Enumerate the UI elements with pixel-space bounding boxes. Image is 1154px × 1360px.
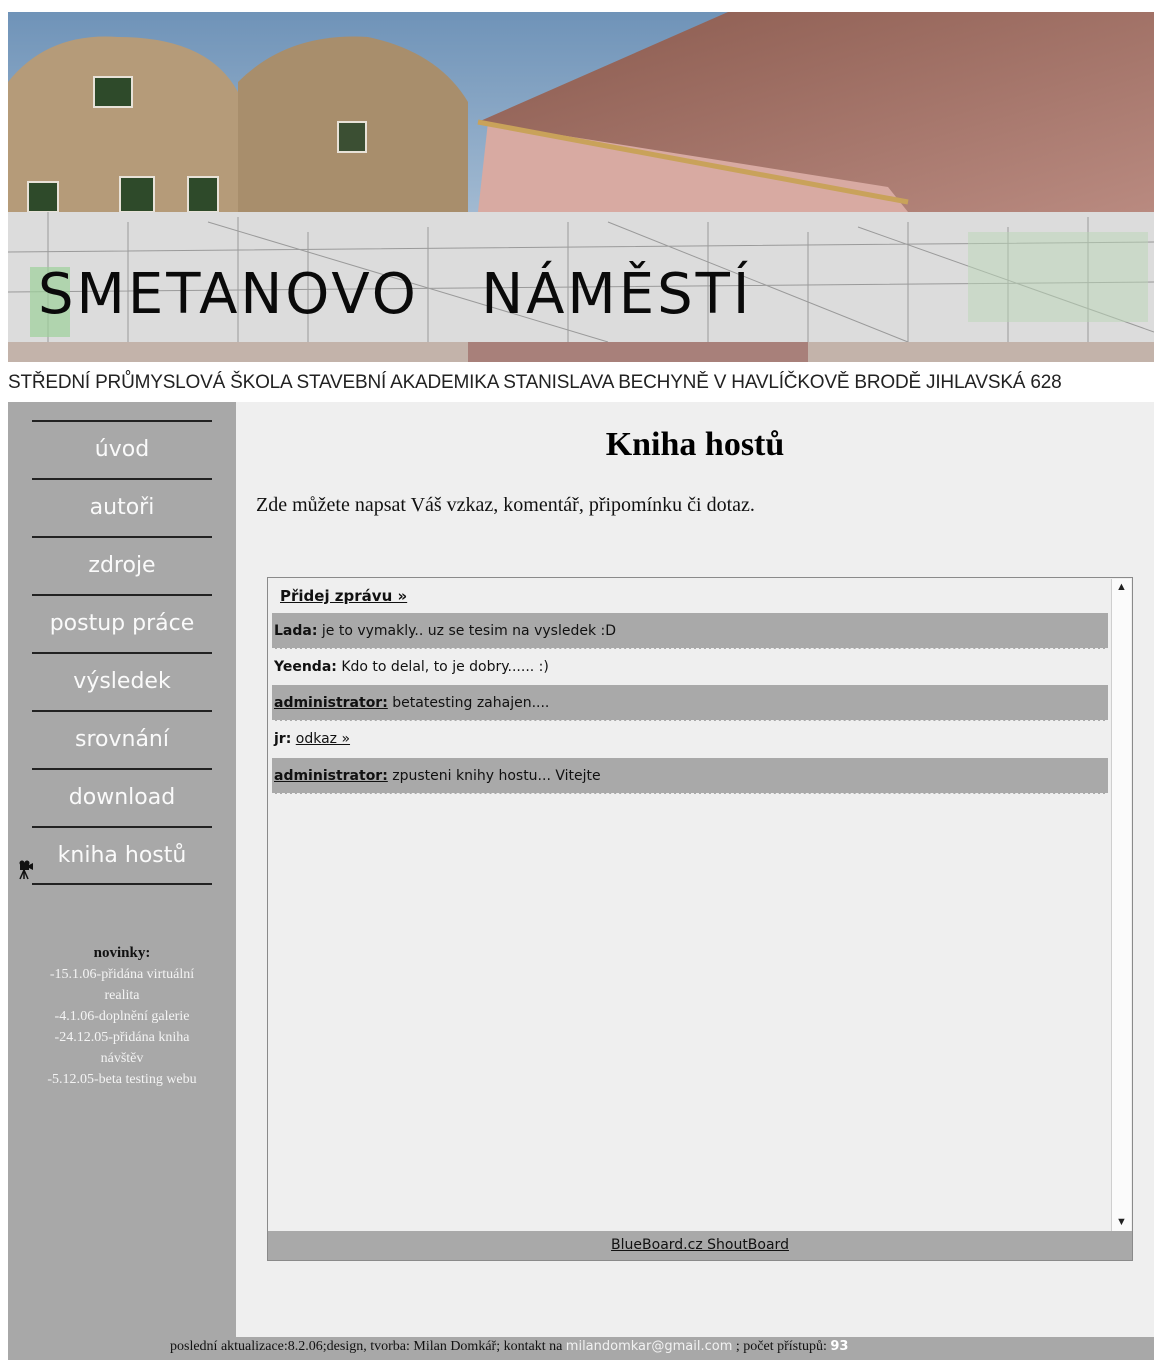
sidebar: úvod autoři zdroje postup práce výsledek… — [8, 402, 236, 1360]
shout-message: administrator: zpusteni knihy hostu... V… — [272, 758, 1108, 794]
banner-title: SMETANOVO NÁMĚSTÍ — [38, 262, 753, 327]
nav-item-vysledek[interactable]: výsledek — [32, 652, 212, 710]
message-text: Kdo to delal, to je dobry...... :) — [336, 659, 549, 675]
news-item: -4.1.06-doplnění galerie — [54, 1009, 190, 1024]
message-author: Yeenda: — [274, 659, 337, 675]
shoutboard-link[interactable]: BlueBoard.cz ShoutBoard — [611, 1237, 789, 1253]
message-author: Lada: — [274, 623, 318, 639]
message-link[interactable]: odkaz » — [296, 731, 350, 747]
nav-item-postup-prace[interactable]: postup práce — [32, 594, 212, 652]
shoutbox-footer: BlueBoard.cz ShoutBoard — [268, 1231, 1132, 1260]
news-item: realita — [104, 988, 140, 1003]
visit-count: 93 — [830, 1339, 849, 1354]
school-name: STŘEDNÍ PRŮMYSLOVÁ ŠKOLA STAVEBNÍ AKADEM… — [8, 372, 1062, 393]
shout-message: Yeenda: Kdo to delal, to je dobry...... … — [272, 649, 1108, 685]
shout-message: administrator: betatesting zahajen.... — [272, 685, 1108, 721]
shoutbox: Přidej zprávu » Lada: je to vymakly.. uz… — [267, 577, 1133, 1261]
contact-email-link[interactable]: milandomkar@gmail.com — [566, 1339, 733, 1354]
message-author-link[interactable]: administrator: — [274, 768, 388, 784]
shoutbox-messages[interactable]: Přidej zprávu » Lada: je to vymakly.. uz… — [268, 578, 1114, 1232]
news-item: -24.12.05-přidána kniha — [54, 1030, 190, 1045]
message-author: jr: — [274, 731, 292, 747]
page-title: Kniha hostů — [605, 426, 785, 463]
camera-icon — [17, 846, 33, 880]
visit-count-label: ; počet přístupů: — [732, 1339, 831, 1354]
footer-text: poslední aktualizace:8.2.06;design, tvor… — [170, 1339, 848, 1355]
vertical-scrollbar[interactable]: ▲ ▼ — [1111, 579, 1131, 1231]
nav-divider — [32, 883, 212, 885]
nav-item-uvod[interactable]: úvod — [32, 420, 212, 478]
nav-item-kniha-hostu[interactable]: kniha hostů — [19, 826, 212, 884]
news-title: novinky: — [93, 945, 151, 961]
message-author-link[interactable]: administrator: — [274, 695, 388, 711]
news-panel: novinky: -15.1.06-přidána virtuální real… — [8, 943, 236, 1090]
nav-item-srovnani[interactable]: srovnání — [32, 710, 212, 768]
message-text: betatesting zahajen.... — [387, 695, 550, 711]
add-message-link[interactable]: Přidej zprávu » — [280, 587, 407, 605]
nav-item-autori[interactable]: autoři — [32, 478, 212, 536]
footer-credits: poslední aktualizace:8.2.06;design, tvor… — [170, 1339, 566, 1354]
news-item: návštěv — [100, 1051, 144, 1066]
nav-item-label: kniha hostů — [57, 843, 187, 868]
news-item: -15.1.06-přidána virtuální — [49, 967, 195, 982]
nav-item-zdroje[interactable]: zdroje — [32, 536, 212, 594]
intro-text: Zde můžete napsat Váš vzkaz, komentář, p… — [256, 494, 755, 516]
message-text: je to vymakly.. uz se tesim na vysledek … — [317, 623, 616, 639]
scroll-down-icon[interactable]: ▼ — [1115, 1216, 1128, 1229]
scroll-up-icon[interactable]: ▲ — [1115, 581, 1128, 594]
header-banner: SMETANOVO NÁMĚSTÍ — [8, 12, 1154, 362]
shout-message: Lada: je to vymakly.. uz se tesim na vys… — [272, 613, 1108, 649]
nav-item-download[interactable]: download — [32, 768, 212, 826]
shout-message: jr: odkaz » — [272, 721, 1108, 757]
news-item: -5.12.05-beta testing webu — [47, 1072, 197, 1087]
message-text: zpusteni knihy hostu... Vitejte — [387, 768, 601, 784]
